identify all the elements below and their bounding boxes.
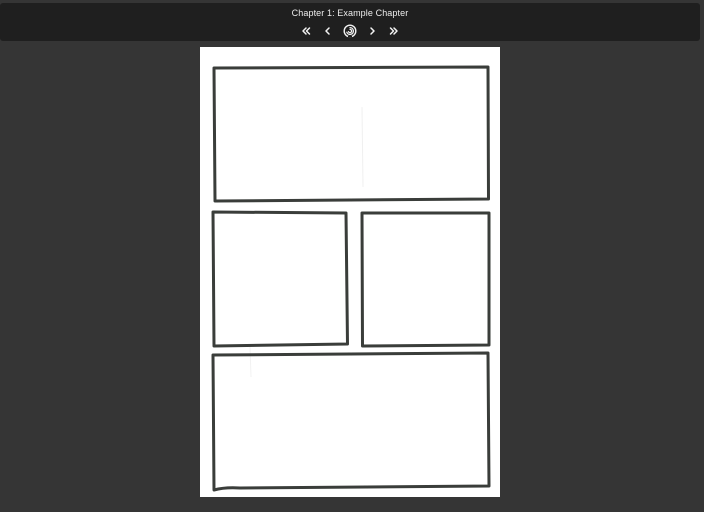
last-page-button[interactable] (383, 23, 405, 39)
comic-page[interactable] (200, 47, 500, 497)
comic-reader: Chapter 1: Example Chapter (0, 0, 704, 512)
reader-menu-button[interactable] (339, 23, 361, 39)
previous-page-button[interactable] (317, 23, 339, 39)
reader-toolbar: Chapter 1: Example Chapter (0, 3, 700, 41)
next-page-button[interactable] (361, 23, 383, 39)
comic-panel (211, 351, 491, 492)
comic-panel (211, 210, 349, 348)
comic-panel (360, 211, 491, 348)
chevron-left-icon (325, 27, 330, 35)
double-chevron-right-icon (389, 27, 398, 35)
spiral-icon (343, 24, 357, 38)
comic-panel (212, 65, 490, 203)
chapter-title: Chapter 1: Example Chapter (291, 8, 409, 18)
first-page-button[interactable] (295, 23, 317, 39)
comic-page-art (211, 65, 491, 492)
double-chevron-left-icon (302, 27, 311, 35)
chevron-right-icon (370, 27, 375, 35)
page-navigation (0, 23, 700, 39)
